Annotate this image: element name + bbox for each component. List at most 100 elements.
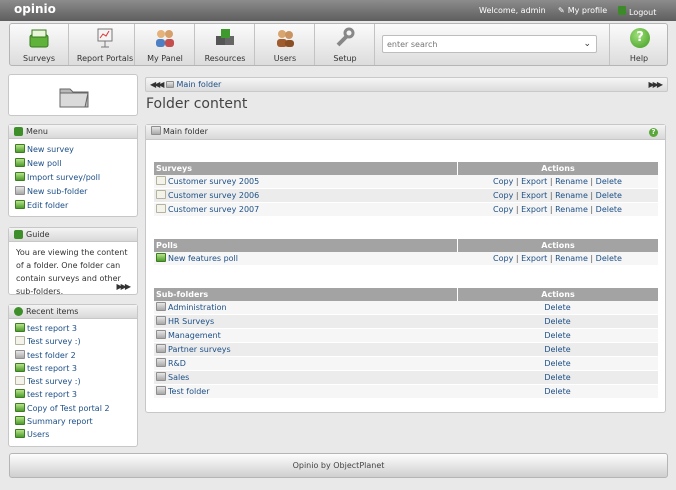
resources-icon (216, 29, 234, 45)
recent-item[interactable]: Test survey :) (15, 335, 131, 348)
table-row: Partner surveys Delete (154, 343, 658, 357)
delete-link[interactable]: Delete (544, 331, 570, 340)
folder-link[interactable]: Sales (168, 373, 189, 382)
recent-item[interactable]: Test survey :) (15, 375, 131, 388)
forward-arrows-icon[interactable]: ▶▶▶ (649, 78, 664, 91)
delete-link[interactable]: Delete (544, 317, 570, 326)
help-icon[interactable]: ? (649, 128, 658, 137)
report-icon (15, 416, 25, 426)
folder-icon (156, 386, 166, 395)
folder-link[interactable]: R&D (168, 359, 186, 368)
menu-item-new-subfolder[interactable]: New sub-folder (15, 185, 131, 199)
recent-item[interactable]: test report 3 (15, 322, 131, 335)
recent-item-label[interactable]: test report 3 (27, 324, 77, 333)
menu-item-new-poll[interactable]: New poll (15, 157, 131, 171)
toolbar-report-portals-button[interactable]: Report Portals (76, 24, 135, 65)
guide-next-arrows-icon[interactable]: ▶▶▶ (117, 282, 132, 291)
folder-link[interactable]: HR Surveys (168, 317, 214, 326)
import-icon (15, 172, 25, 181)
menu-item-label[interactable]: New poll (27, 159, 61, 168)
actions-header: Actions (457, 239, 658, 252)
delete-link[interactable]: Delete (544, 345, 570, 354)
survey-link[interactable]: Customer survey 2005 (168, 177, 259, 186)
copy-link[interactable]: Copy (493, 191, 513, 200)
recent-item[interactable]: Copy of Test portal 2 (15, 402, 131, 415)
recent-item-label[interactable]: test report 3 (27, 364, 77, 373)
export-link[interactable]: Export (521, 191, 547, 200)
menu-item-label[interactable]: Import survey/poll (27, 173, 100, 182)
recent-title: Recent items (26, 307, 79, 316)
delete-link[interactable]: Delete (596, 205, 622, 214)
export-link[interactable]: Export (521, 254, 547, 263)
polls-header: Polls Actions (154, 239, 658, 252)
survey-link[interactable]: Customer survey 2007 (168, 205, 259, 214)
new-folder-icon (15, 186, 25, 195)
recent-item-label[interactable]: Summary report (27, 417, 93, 426)
menu-item-label[interactable]: New sub-folder (27, 187, 87, 196)
rename-link[interactable]: Rename (555, 254, 588, 263)
delete-link[interactable]: Delete (596, 191, 622, 200)
search-box[interactable]: ⌄ (382, 35, 597, 53)
menu-item-import[interactable]: Import survey/poll (15, 171, 131, 185)
recent-item[interactable]: Users (15, 428, 131, 441)
delete-link[interactable]: Delete (544, 373, 570, 382)
export-link[interactable]: Export (521, 205, 547, 214)
my-profile-link[interactable]: ✎ My profile (558, 6, 607, 15)
back-arrows-icon[interactable]: ◀◀◀ (150, 80, 165, 89)
table-row: Customer survey 2006 Copy | Export | Rena… (154, 189, 658, 203)
recent-item[interactable]: test folder 2 (15, 349, 131, 362)
rename-link[interactable]: Rename (555, 191, 588, 200)
logout-link[interactable]: Logout (618, 6, 656, 17)
recent-item-label[interactable]: Test survey :) (27, 337, 81, 346)
recent-item-label[interactable]: test report 3 (27, 390, 77, 399)
logout-icon (618, 6, 626, 15)
recent-item-label[interactable]: Copy of Test portal 2 (27, 404, 110, 413)
copy-link[interactable]: Copy (493, 177, 513, 186)
folder-link[interactable]: Partner surveys (168, 345, 231, 354)
recent-item[interactable]: test report 3 (15, 388, 131, 401)
menu-item-new-survey[interactable]: New survey (15, 143, 131, 157)
toolbar-users-button[interactable]: Users (256, 24, 315, 65)
breadcrumb-main-folder[interactable]: Main folder (176, 80, 221, 89)
toolbar-surveys-button[interactable]: Surveys (10, 24, 69, 65)
folder-link[interactable]: Administration (168, 303, 227, 312)
report-icon (15, 323, 25, 332)
rename-link[interactable]: Rename (555, 205, 588, 214)
folder-link[interactable]: Management (168, 331, 221, 340)
delete-link[interactable]: Delete (596, 177, 622, 186)
export-link[interactable]: Export (521, 177, 547, 186)
delete-link[interactable]: Delete (596, 254, 622, 263)
recent-item-label[interactable]: Users (27, 430, 49, 439)
toolbar-resources-button[interactable]: Resources (196, 24, 255, 65)
table-row: New features poll Copy | Export | Rename … (154, 252, 658, 266)
menu-item-label[interactable]: New survey (27, 145, 74, 154)
main-toolbar: Surveys Report Portals My Panel Resource… (9, 23, 668, 66)
rename-link[interactable]: Rename (555, 177, 588, 186)
delete-link[interactable]: Delete (544, 387, 570, 396)
delete-link[interactable]: Delete (544, 359, 570, 368)
recent-item-label[interactable]: Test survey :) (27, 377, 81, 386)
recent-item-label[interactable]: test folder 2 (27, 351, 76, 360)
toolbar-setup-button[interactable]: Setup (316, 24, 375, 65)
menu-panel: Menu New survey New poll Import survey/p… (8, 124, 138, 217)
recent-item[interactable]: test report 3 (15, 362, 131, 375)
copy-link[interactable]: Copy (493, 254, 513, 263)
survey-link[interactable]: Customer survey 2006 (168, 191, 259, 200)
chevron-down-icon[interactable]: ⌄ (583, 39, 591, 49)
folder-icon (156, 344, 166, 353)
menu-item-label[interactable]: Edit folder (27, 201, 68, 210)
search-input[interactable] (383, 36, 573, 52)
survey-icon (156, 190, 166, 199)
surveys-header: Surveys Actions (154, 162, 658, 175)
menu-item-edit-folder[interactable]: Edit folder (15, 199, 131, 213)
footer: Opinio by ObjectPlanet (9, 453, 668, 478)
folder-link[interactable]: Test folder (168, 387, 210, 396)
poll-link[interactable]: New features poll (168, 254, 238, 263)
copy-link[interactable]: Copy (493, 205, 513, 214)
help-button[interactable]: ? Help (609, 24, 668, 65)
help-icon: ? (630, 28, 650, 48)
recent-item[interactable]: Summary report (15, 415, 131, 428)
delete-link[interactable]: Delete (544, 303, 570, 312)
panel-title: Main folder (163, 127, 208, 136)
toolbar-my-panel-button[interactable]: My Panel (136, 24, 195, 65)
